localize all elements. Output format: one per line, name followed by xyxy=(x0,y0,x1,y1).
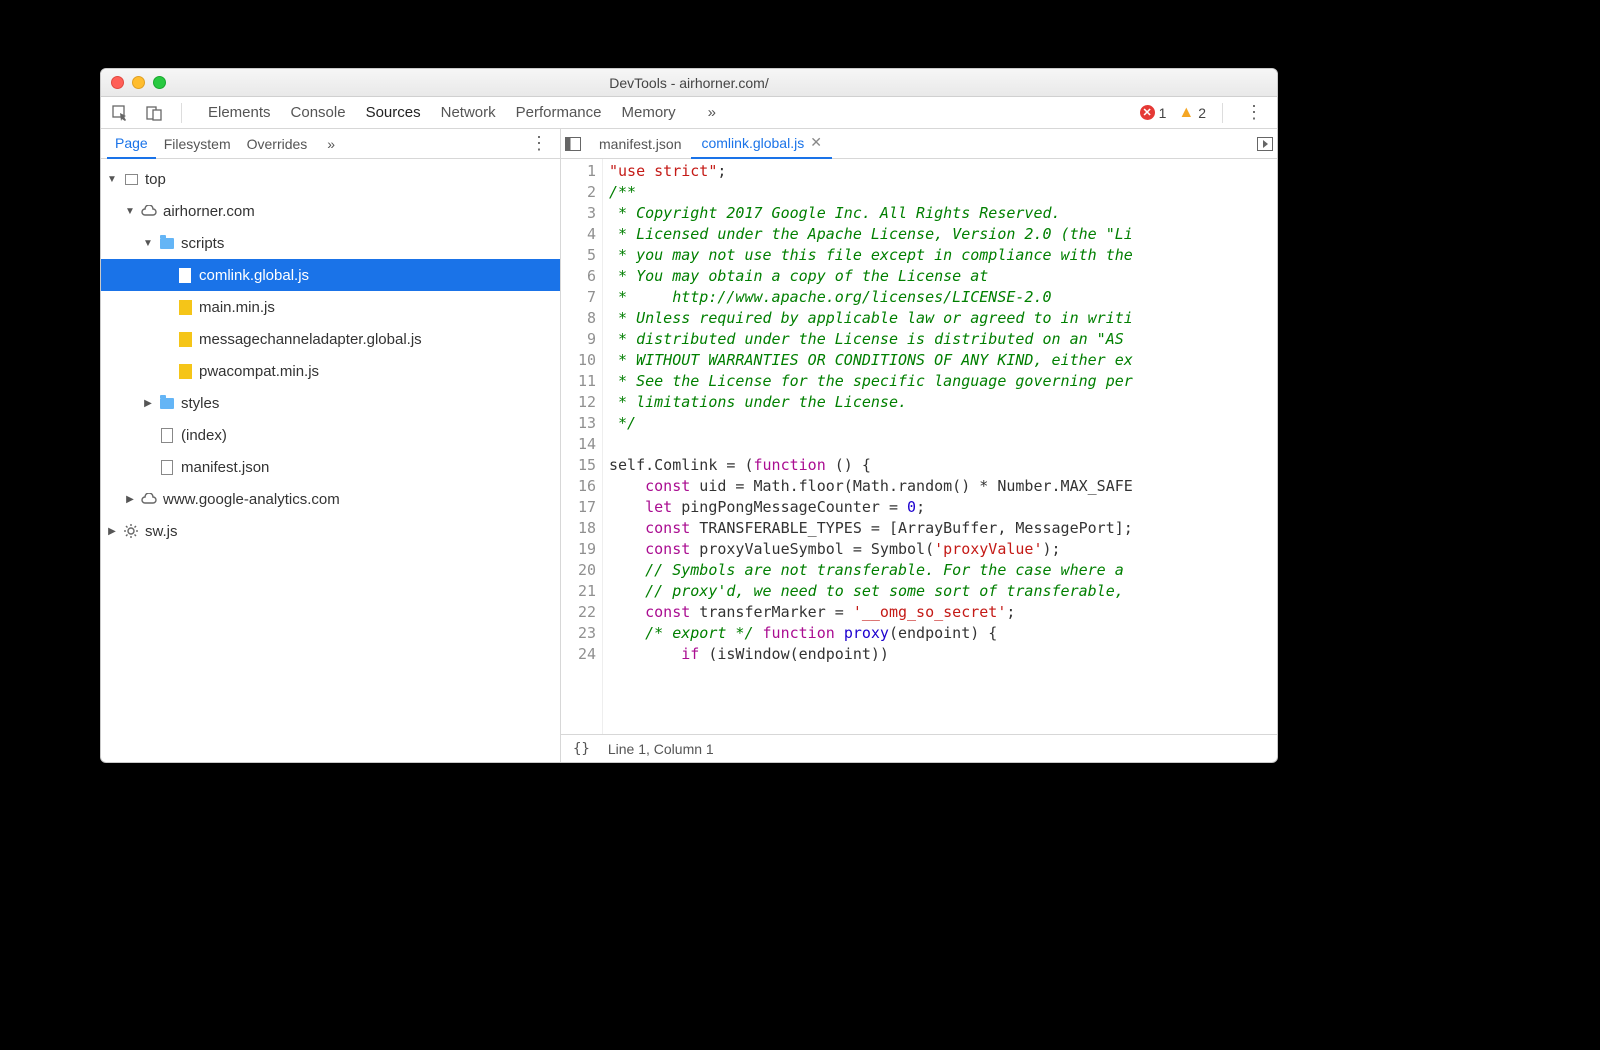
more-tabs[interactable]: » xyxy=(698,97,726,129)
file-tab[interactable]: comlink.global.js ✕ xyxy=(691,129,831,159)
tree-domain[interactable]: ▶ www.google-analytics.com xyxy=(101,483,560,515)
file-tabs: manifest.json comlink.global.js ✕ xyxy=(561,129,1277,159)
subtab-filesystem[interactable]: Filesystem xyxy=(156,129,239,159)
tree-file[interactable]: main.min.js xyxy=(101,291,560,323)
tree-label: messagechanneladapter.global.js xyxy=(199,331,422,348)
tab-performance[interactable]: Performance xyxy=(506,97,612,129)
tab-elements[interactable]: Elements xyxy=(198,97,281,129)
tree-label: pwacompat.min.js xyxy=(199,363,319,380)
tab-network[interactable]: Network xyxy=(431,97,506,129)
separator xyxy=(1222,103,1223,123)
subtab-overrides[interactable]: Overrides xyxy=(239,129,316,159)
separator xyxy=(181,103,182,123)
line-gutter: 123456789101112131415161718192021222324 xyxy=(561,159,603,734)
folder-icon xyxy=(159,395,175,411)
navigator-pane: PageFilesystemOverrides » ⋮ ▼ top ▼ airh… xyxy=(101,129,561,762)
tab-sources[interactable]: Sources xyxy=(356,97,431,129)
code-editor[interactable]: 123456789101112131415161718192021222324 … xyxy=(561,159,1277,734)
pretty-print-button[interactable]: {} xyxy=(573,741,590,757)
tree-label: sw.js xyxy=(145,523,178,540)
titlebar: DevTools - airhorner.com/ xyxy=(101,69,1277,97)
file-tab[interactable]: manifest.json xyxy=(589,129,691,159)
navigator-menu-icon[interactable]: ⋮ xyxy=(524,133,554,154)
cursor-position: Line 1, Column 1 xyxy=(608,741,714,757)
toggle-debugger-icon[interactable] xyxy=(1257,137,1273,151)
warning-count[interactable]: ▲ 2 xyxy=(1178,104,1206,122)
navigator-subtabs: PageFilesystemOverrides » ⋮ xyxy=(101,129,560,159)
chevron-down-icon: ▼ xyxy=(107,174,117,185)
tree-domain[interactable]: ▼ airhorner.com xyxy=(101,195,560,227)
main-tabs: ElementsConsoleSourcesNetworkPerformance… xyxy=(101,97,1277,129)
tab-memory[interactable]: Memory xyxy=(612,97,686,129)
chevron-right-icon: ▶ xyxy=(143,398,153,409)
settings-menu-icon[interactable]: ⋮ xyxy=(1239,102,1269,123)
warning-count-value: 2 xyxy=(1198,105,1206,121)
file-icon xyxy=(159,459,175,475)
tree-file[interactable]: messagechanneladapter.global.js xyxy=(101,323,560,355)
frame-icon xyxy=(123,171,139,187)
tab-console[interactable]: Console xyxy=(281,97,356,129)
file-tab-label: comlink.global.js xyxy=(701,135,804,151)
js-file-icon xyxy=(177,363,193,379)
tree-label: styles xyxy=(181,395,219,412)
tree-file[interactable]: comlink.global.js xyxy=(101,259,560,291)
tree-label: main.min.js xyxy=(199,299,275,316)
js-file-icon xyxy=(177,299,193,315)
chevron-right-icon: ▶ xyxy=(125,494,135,505)
file-icon xyxy=(159,427,175,443)
tree-top[interactable]: ▼ top xyxy=(101,163,560,195)
file-tree[interactable]: ▼ top ▼ airhorner.com ▼ scripts comlink.… xyxy=(101,159,560,762)
tree-file[interactable]: manifest.json xyxy=(101,451,560,483)
tree-label: comlink.global.js xyxy=(199,267,309,284)
tree-label: www.google-analytics.com xyxy=(163,491,340,508)
tree-service-worker[interactable]: ▶ sw.js xyxy=(101,515,560,547)
chevron-right-icon: ▶ xyxy=(107,526,117,537)
gear-icon xyxy=(123,523,139,539)
device-mode-icon[interactable] xyxy=(143,102,165,124)
error-count[interactable]: ✕ 1 xyxy=(1140,105,1167,121)
error-icon: ✕ xyxy=(1140,105,1155,120)
tree-label: airhorner.com xyxy=(163,203,255,220)
warning-icon: ▲ xyxy=(1178,104,1194,122)
subtab-page[interactable]: Page xyxy=(107,129,156,159)
chevron-down-icon: ▼ xyxy=(143,238,153,249)
tree-file[interactable]: (index) xyxy=(101,419,560,451)
status-bar: {} Line 1, Column 1 xyxy=(561,734,1277,762)
more-subtabs[interactable]: » xyxy=(321,136,341,152)
tree-folder-scripts[interactable]: ▼ scripts xyxy=(101,227,560,259)
cloud-icon xyxy=(141,491,157,507)
folder-icon xyxy=(159,235,175,251)
js-file-icon xyxy=(177,331,193,347)
chevron-down-icon: ▼ xyxy=(125,206,135,217)
tree-label: scripts xyxy=(181,235,224,252)
tree-label: top xyxy=(145,171,166,188)
editor-pane: manifest.json comlink.global.js ✕ 12345678… xyxy=(561,129,1277,762)
tree-label: manifest.json xyxy=(181,459,269,476)
cloud-icon xyxy=(141,203,157,219)
devtools-window: DevTools - airhorner.com/ ElementsConsol… xyxy=(100,68,1278,763)
inspect-element-icon[interactable] xyxy=(109,102,131,124)
js-file-icon xyxy=(177,267,193,283)
file-tab-label: manifest.json xyxy=(599,136,681,152)
close-icon[interactable]: ✕ xyxy=(810,134,822,151)
error-count-value: 1 xyxy=(1159,105,1167,121)
code-content[interactable]: "use strict";/** * Copyright 2017 Google… xyxy=(603,159,1277,734)
tree-folder-styles[interactable]: ▶ styles xyxy=(101,387,560,419)
tree-file[interactable]: pwacompat.min.js xyxy=(101,355,560,387)
tree-label: (index) xyxy=(181,427,227,444)
window-title: DevTools - airhorner.com/ xyxy=(101,75,1277,91)
toggle-navigator-icon[interactable] xyxy=(565,137,587,151)
